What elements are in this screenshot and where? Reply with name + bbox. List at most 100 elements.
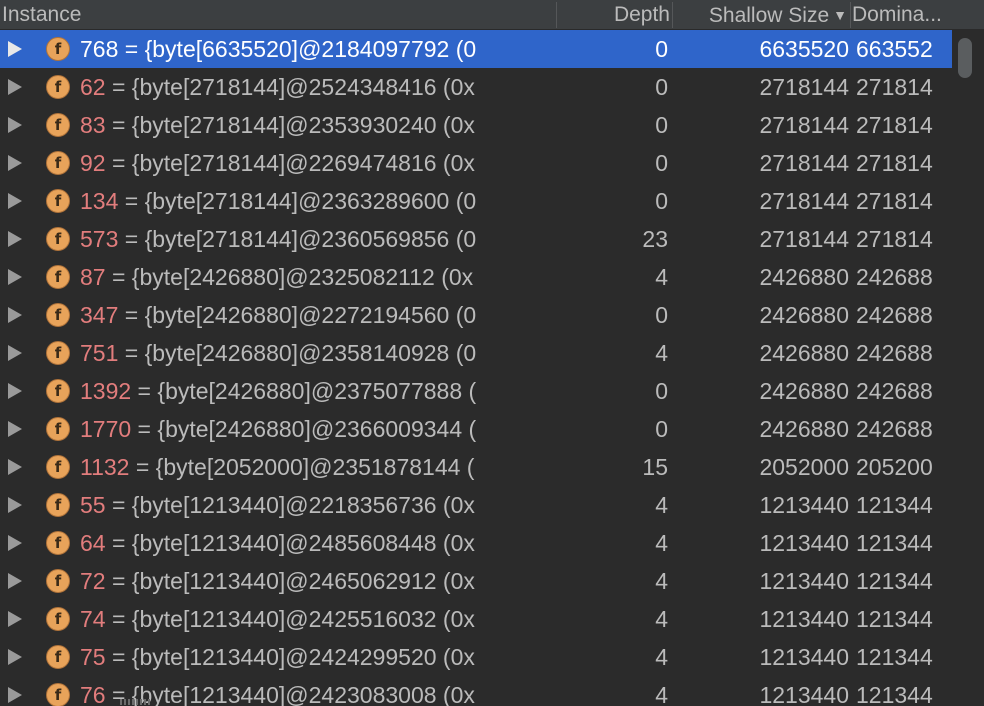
dominating-size-cell: 121344 (856, 644, 933, 670)
table-row[interactable]: f 87 = {byte[2426880]@2325082112 (0x 4 2426… (0, 258, 952, 296)
instance-index: 347 (80, 302, 119, 328)
dominating-size-cell: 121344 (856, 568, 933, 594)
instance-index: 75 (80, 644, 106, 670)
instance-cell: 1132 = {byte[2052000]@2351878144 ( (80, 448, 558, 486)
depth-cell: 4 (655, 530, 668, 556)
table-row[interactable]: f 751 = {byte[2426880]@2358140928 (0 4 2426… (0, 334, 952, 372)
instance-value: = {byte[2426880]@2366009344 ( (131, 416, 477, 442)
instance-value: = {byte[2426880]@2325082112 (0x (105, 264, 474, 290)
table-row[interactable]: f 92 = {byte[2718144]@2269474816 (0x 0 2718… (0, 144, 952, 182)
expand-triangle-icon[interactable] (8, 41, 22, 57)
scrollbar-thumb[interactable] (958, 38, 972, 78)
depth-cell: 0 (655, 302, 668, 328)
table-row[interactable]: f 573 = {byte[2718144]@2360569856 (0 23 271… (0, 220, 952, 258)
field-icon: f (46, 683, 70, 706)
column-divider[interactable] (850, 2, 851, 28)
table-row[interactable]: f 1392 = {byte[2426880]@2375077888 (0 2426… (0, 372, 952, 410)
instance-value: = {byte[2718144]@2269474816 (0x (105, 150, 475, 176)
field-icon: f (46, 37, 70, 61)
expand-triangle-icon[interactable] (8, 497, 22, 513)
table-row[interactable]: f 83 = {byte[2718144]@2353930240 (0x 0 2718… (0, 106, 952, 144)
instance-value: = {byte[2718144]@2363289600 (0 (118, 188, 477, 214)
depth-cell: 0 (655, 188, 668, 214)
instance-cell: 64 = {byte[1213440]@2485608448 (0x (80, 524, 558, 562)
dominating-size-cell: 121344 (856, 606, 933, 632)
depth-cell: 4 (655, 568, 668, 594)
dominating-size-cell: 663552 (856, 36, 933, 62)
shallow-size-cell: 2718144 (759, 74, 849, 100)
shallow-size-cell: 2052000 (759, 454, 849, 480)
expand-triangle-icon[interactable] (8, 421, 22, 437)
expand-triangle-icon[interactable] (8, 535, 22, 551)
table-row[interactable]: f 768 = {byte[6635520]@2184097792 (0 0 6635… (0, 30, 952, 68)
field-icon: f (46, 569, 70, 593)
column-divider[interactable] (556, 2, 557, 28)
instance-value: = {byte[2426880]@2358140928 (0 (118, 340, 477, 366)
shallow-size-cell: 1213440 (759, 530, 849, 556)
expand-triangle-icon[interactable] (8, 269, 22, 285)
instance-index: 768 (80, 36, 119, 62)
shallow-size-cell: 2718144 (759, 226, 849, 252)
table-row[interactable]: f 1132 = {byte[2052000]@2351878144 (15 205… (0, 448, 952, 486)
resize-grip-icon[interactable] (120, 699, 150, 705)
instance-cell: 92 = {byte[2718144]@2269474816 (0x (80, 144, 558, 182)
field-icon: f (46, 493, 70, 517)
expand-triangle-icon[interactable] (8, 687, 22, 703)
field-icon: f (46, 531, 70, 555)
table-row[interactable]: f 134 = {byte[2718144]@2363289600 (0 0 2718… (0, 182, 952, 220)
dominating-size-cell: 242688 (856, 378, 933, 404)
column-divider[interactable] (672, 2, 673, 28)
instance-cell: 1770 = {byte[2426880]@2366009344 ( (80, 410, 558, 448)
column-header-depth[interactable]: Depth (558, 0, 672, 30)
depth-cell: 23 (642, 226, 668, 252)
vertical-scrollbar[interactable] (952, 30, 984, 706)
expand-triangle-icon[interactable] (8, 345, 22, 361)
column-header-dominating-size[interactable]: Domina... (852, 0, 956, 30)
expand-triangle-icon[interactable] (8, 611, 22, 627)
table-row[interactable]: f 62 = {byte[2718144]@2524348416 (0x 0 2718… (0, 68, 952, 106)
instance-cell: 72 = {byte[1213440]@2465062912 (0x (80, 562, 558, 600)
expand-triangle-icon[interactable] (8, 649, 22, 665)
instance-table: Instance Depth Shallow Size ▼ Domina... f… (0, 0, 984, 706)
expand-triangle-icon[interactable] (8, 459, 22, 475)
table-row[interactable]: f 55 = {byte[1213440]@2218356736 (0x 4 1213… (0, 486, 952, 524)
expand-triangle-icon[interactable] (8, 573, 22, 589)
instance-index: 1770 (80, 416, 132, 442)
depth-cell: 4 (655, 606, 668, 632)
depth-cell: 4 (655, 492, 668, 518)
field-icon: f (46, 75, 70, 99)
field-icon: f (46, 379, 70, 403)
dominating-size-cell: 271814 (856, 188, 933, 214)
instance-cell: 768 = {byte[6635520]@2184097792 (0 (80, 30, 558, 68)
dominating-size-cell: 271814 (856, 74, 933, 100)
expand-triangle-icon[interactable] (8, 231, 22, 247)
column-header-shallow-size[interactable]: Shallow Size ▼ (674, 0, 849, 30)
table-row[interactable]: f 72 = {byte[1213440]@2465062912 (0x 4 1213… (0, 562, 952, 600)
expand-triangle-icon[interactable] (8, 117, 22, 133)
shallow-size-cell: 1213440 (759, 492, 849, 518)
field-icon: f (46, 227, 70, 251)
shallow-size-cell: 2718144 (759, 188, 849, 214)
expand-triangle-icon[interactable] (8, 155, 22, 171)
expand-triangle-icon[interactable] (8, 307, 22, 323)
table-row[interactable]: f 64 = {byte[1213440]@2485608448 (0x 4 1213… (0, 524, 952, 562)
instance-value: = {byte[2718144]@2360569856 (0 (118, 226, 477, 252)
dominating-size-cell: 271814 (856, 112, 933, 138)
depth-cell: 0 (655, 36, 668, 62)
field-icon: f (46, 113, 70, 137)
expand-triangle-icon[interactable] (8, 193, 22, 209)
column-header-instance[interactable]: Instance (2, 0, 554, 30)
field-icon: f (46, 607, 70, 631)
instance-index: 72 (80, 568, 106, 594)
shallow-size-cell: 1213440 (759, 682, 849, 706)
dominating-size-cell: 242688 (856, 416, 933, 442)
expand-triangle-icon[interactable] (8, 79, 22, 95)
instance-cell: 76 = {byte[1213440]@2423083008 (0x (80, 676, 558, 706)
expand-triangle-icon[interactable] (8, 383, 22, 399)
instance-value: = {byte[1213440]@2218356736 (0x (105, 492, 475, 518)
table-row[interactable]: f 1770 = {byte[2426880]@2366009344 (0 2426… (0, 410, 952, 448)
table-row[interactable]: f 74 = {byte[1213440]@2425516032 (0x 4 1213… (0, 600, 952, 638)
table-row[interactable]: f 347 = {byte[2426880]@2272194560 (0 0 2426… (0, 296, 952, 334)
instance-cell: 87 = {byte[2426880]@2325082112 (0x (80, 258, 558, 296)
table-row[interactable]: f 75 = {byte[1213440]@2424299520 (0x 4 1213… (0, 638, 952, 676)
